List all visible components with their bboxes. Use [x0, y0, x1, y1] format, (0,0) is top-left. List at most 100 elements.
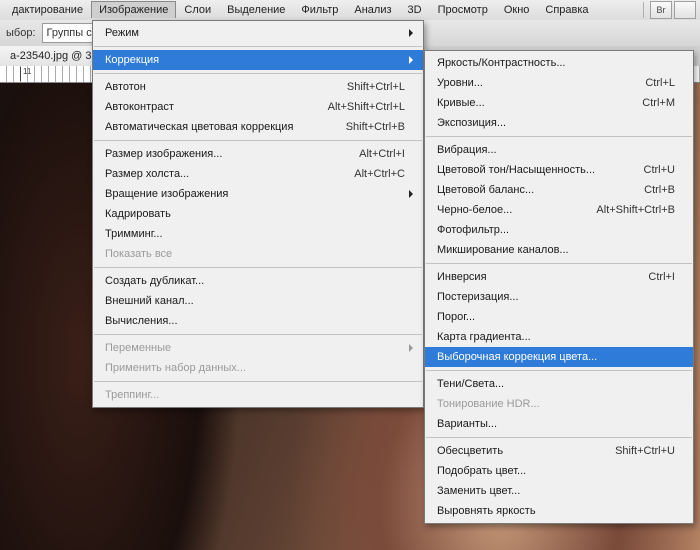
menu-item-label: Постеризация...	[437, 291, 675, 303]
menu-слои[interactable]: Слои	[176, 1, 219, 19]
menu-дактирование[interactable]: дактирование	[4, 1, 91, 19]
adjust-menu-item[interactable]: Карта градиента...	[425, 327, 693, 347]
image-menu-item: Применить набор данных...	[93, 358, 423, 378]
menu-item-label: Варианты...	[437, 418, 675, 430]
menu-item-label: Создать дубликат...	[105, 275, 405, 287]
menu-item-label: Заменить цвет...	[437, 485, 675, 497]
adjust-menu-item[interactable]: Цветовой баланс... Ctrl+B	[425, 180, 693, 200]
menu-item-label: Выровнять яркость	[437, 505, 675, 517]
menu-выделение[interactable]: Выделение	[219, 1, 293, 19]
menu-фильтр[interactable]: Фильтр	[293, 1, 346, 19]
image-menu-item[interactable]: Режим	[93, 23, 423, 43]
adjust-menu-item[interactable]: Порог...	[425, 307, 693, 327]
image-menu-item[interactable]: Создать дубликат...	[93, 271, 423, 291]
adjust-menu-item[interactable]: Инверсия Ctrl+I	[425, 267, 693, 287]
menu-item-label: Внешний канал...	[105, 295, 405, 307]
menubar-items: дактированиеИзображениеСлоиВыделениеФиль…	[4, 4, 597, 16]
toolbar-icon[interactable]	[674, 1, 696, 19]
adjust-menu-item[interactable]: Фотофильтр...	[425, 220, 693, 240]
menu-item-label: Автоконтраст	[105, 101, 304, 113]
adjust-menu-item[interactable]: Тени/Света...	[425, 374, 693, 394]
image-menu: РежимКоррекцияАвтотонShift+Ctrl+LАвтокон…	[92, 20, 424, 408]
menu-3d[interactable]: 3D	[400, 1, 430, 19]
menu-item-label: Яркость/Контрастность...	[437, 57, 675, 69]
image-menu-item[interactable]: Коррекция	[93, 50, 423, 70]
image-menu-item[interactable]: Кадрировать	[93, 204, 423, 224]
menu-item-shortcut: Ctrl+U	[644, 164, 675, 176]
menu-item-label: Инверсия	[437, 271, 624, 283]
tab-title: a-23540.jpg @ 30	[10, 50, 98, 62]
menu-item-shortcut: Shift+Ctrl+U	[615, 445, 675, 457]
menu-окно[interactable]: Окно	[496, 1, 538, 19]
adjust-menu-item[interactable]: Кривые... Ctrl+M	[425, 93, 693, 113]
menu-item-label: Порог...	[437, 311, 675, 323]
menubar: дактированиеИзображениеСлоиВыделениеФиль…	[0, 0, 700, 21]
menu-item-label: Цветовой тон/Насыщенность...	[437, 164, 620, 176]
menu-item-label: Выборочная коррекция цвета...	[437, 351, 675, 363]
adjust-menu-item[interactable]: Цветовой тон/Насыщенность... Ctrl+U	[425, 160, 693, 180]
image-menu-item[interactable]: Автоконтраст Alt+Shift+Ctrl+L	[93, 97, 423, 117]
image-menu-item[interactable]: Размер изображения... Alt+Ctrl+I	[93, 144, 423, 164]
menu-item-label: Вибрация...	[437, 144, 675, 156]
image-menu-item: Переменные	[93, 338, 423, 358]
menu-item-label: Кадрировать	[105, 208, 405, 220]
menu-item-label: Черно-белое...	[437, 204, 572, 216]
menu-item-shortcut: Shift+Ctrl+L	[347, 81, 405, 93]
image-menu-item[interactable]: Автоматическая цветовая коррекция Shift+C…	[93, 117, 423, 137]
adjust-menu-item[interactable]: Постеризация...	[425, 287, 693, 307]
menu-справка[interactable]: Справка	[537, 1, 596, 19]
menu-item-label: Микширование каналов...	[437, 244, 675, 256]
menu-item-label: Кривые...	[437, 97, 618, 109]
menu-item-label: Тонирование HDR...	[437, 398, 675, 410]
adjust-menu-item[interactable]: Вибрация...	[425, 140, 693, 160]
menu-item-label: Тримминг...	[105, 228, 405, 240]
menu-item-shortcut: Alt+Shift+Ctrl+B	[596, 204, 675, 216]
image-menu-item[interactable]: Тримминг...	[93, 224, 423, 244]
menu-item-label: Экспозиция...	[437, 117, 675, 129]
adjust-menu-item[interactable]: Черно-белое... Alt+Shift+Ctrl+B	[425, 200, 693, 220]
image-menu-item[interactable]: Вычисления...	[93, 311, 423, 331]
adjust-menu-item: Тонирование HDR...	[425, 394, 693, 414]
menu-item-shortcut: Ctrl+I	[648, 271, 675, 283]
image-menu-item: Показать все	[93, 244, 423, 264]
menu-item-label: Подобрать цвет...	[437, 465, 675, 477]
adjust-menu-item[interactable]: Экспозиция...	[425, 113, 693, 133]
menu-item-label: Уровни...	[437, 77, 621, 89]
menu-item-label: Автоматическая цветовая коррекция	[105, 121, 322, 133]
adjust-menu-item[interactable]: Микширование каналов...	[425, 240, 693, 260]
image-menu-item[interactable]: Вращение изображения	[93, 184, 423, 204]
image-menu-item[interactable]: АвтотонShift+Ctrl+L	[93, 77, 423, 97]
menu-изображение[interactable]: Изображение	[91, 1, 176, 18]
menu-item-label: Фотофильтр...	[437, 224, 675, 236]
adjust-menu-item[interactable]: Выровнять яркость	[425, 501, 693, 521]
menu-item-label: Цветовой баланс...	[437, 184, 620, 196]
options-label: ыбор:	[6, 27, 36, 39]
image-menu-item[interactable]: Внешний канал...	[93, 291, 423, 311]
menu-item-label: Размер холста...	[105, 168, 330, 180]
menu-item-shortcut: Shift+Ctrl+B	[346, 121, 405, 133]
image-menu-item[interactable]: Размер холста... Alt+Ctrl+C	[93, 164, 423, 184]
adjust-menu-item[interactable]: Подобрать цвет...	[425, 461, 693, 481]
adjust-menu-item[interactable]: Яркость/Контрастность...	[425, 53, 693, 73]
menu-item-shortcut: Alt+Ctrl+C	[354, 168, 405, 180]
bridge-button[interactable]: Br	[650, 1, 672, 19]
menu-item-label: Тени/Света...	[437, 378, 675, 390]
menu-item-label: Треппинг...	[105, 389, 405, 401]
menu-item-label: Вычисления...	[105, 315, 405, 327]
adjust-menu-item[interactable]: Выборочная коррекция цвета...	[425, 347, 693, 367]
adjust-menu-item[interactable]: ОбесцветитьShift+Ctrl+U	[425, 441, 693, 461]
adjust-menu-item[interactable]: Варианты...	[425, 414, 693, 434]
adjust-menu-item[interactable]: Заменить цвет...	[425, 481, 693, 501]
menu-item-shortcut: Ctrl+B	[644, 184, 675, 196]
menu-item-label: Размер изображения...	[105, 148, 335, 160]
menu-просмотр[interactable]: Просмотр	[430, 1, 496, 19]
menu-item-label: Вращение изображения	[105, 188, 405, 200]
menu-item-shortcut: Ctrl+M	[642, 97, 675, 109]
menu-item-shortcut: Alt+Shift+Ctrl+L	[328, 101, 405, 113]
menu-анализ[interactable]: Анализ	[346, 1, 399, 19]
menu-item-label: Применить набор данных...	[105, 362, 405, 374]
adjust-menu-item[interactable]: Уровни...Ctrl+L	[425, 73, 693, 93]
menu-item-shortcut: Alt+Ctrl+I	[359, 148, 405, 160]
image-menu-item: Треппинг...	[93, 385, 423, 405]
menu-item-label: Показать все	[105, 248, 405, 260]
